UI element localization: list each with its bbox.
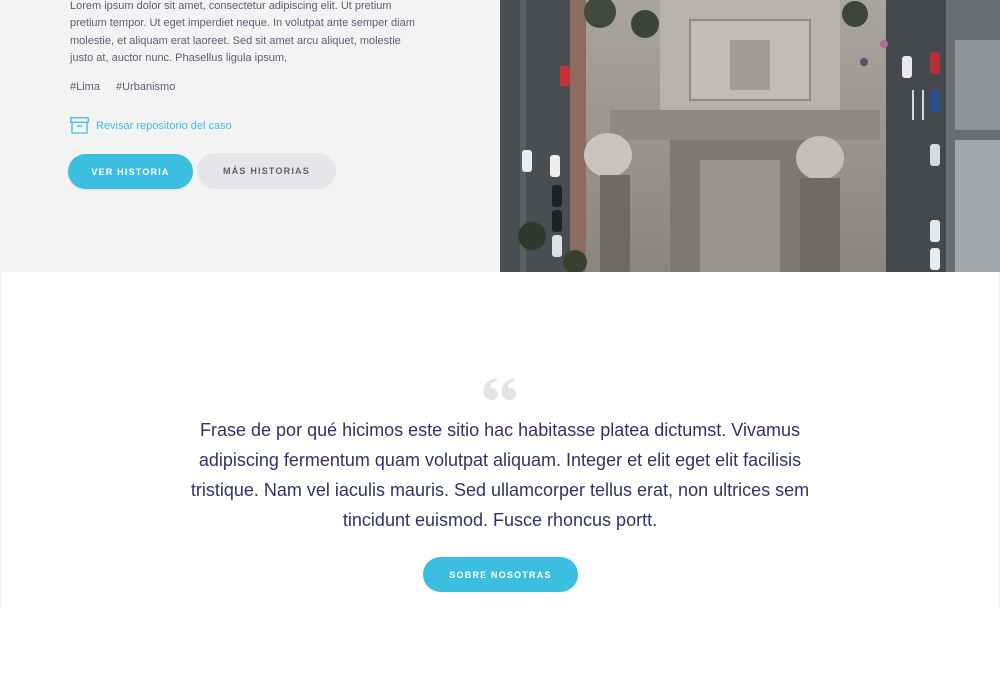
- tag-list: #Lima #Urbanismo: [70, 81, 188, 93]
- sobre-nosotras-button[interactable]: SOBRE NOSOTRAS: [423, 557, 578, 592]
- hero-content: Lorem ipsum dolor sit amet, consectetur …: [0, 0, 500, 272]
- hero-paragraph: Lorem ipsum dolor sit amet, consectetur …: [70, 0, 415, 65]
- quote-text: Frase de por qué hicimos este sitio hac …: [190, 420, 810, 530]
- aerial-photo-illustration: [500, 0, 1000, 272]
- tag-lima[interactable]: #Lima: [70, 81, 100, 93]
- ver-historia-button[interactable]: VER HISTORIA: [68, 154, 193, 189]
- hero-section: Lorem ipsum dolor sit amet, consectetur …: [0, 0, 1000, 272]
- aerial-city-photo: [500, 0, 1000, 272]
- mas-historias-button[interactable]: MÁS HISTORIAS: [197, 153, 336, 189]
- repo-link-label: Revisar repositorio del caso: [96, 119, 232, 132]
- tag-urbanismo[interactable]: #Urbanismo: [116, 81, 175, 93]
- quote-mark-icon: [483, 378, 516, 400]
- archive-box-icon: [70, 117, 89, 134]
- repo-link[interactable]: Revisar repositorio del caso: [70, 117, 232, 134]
